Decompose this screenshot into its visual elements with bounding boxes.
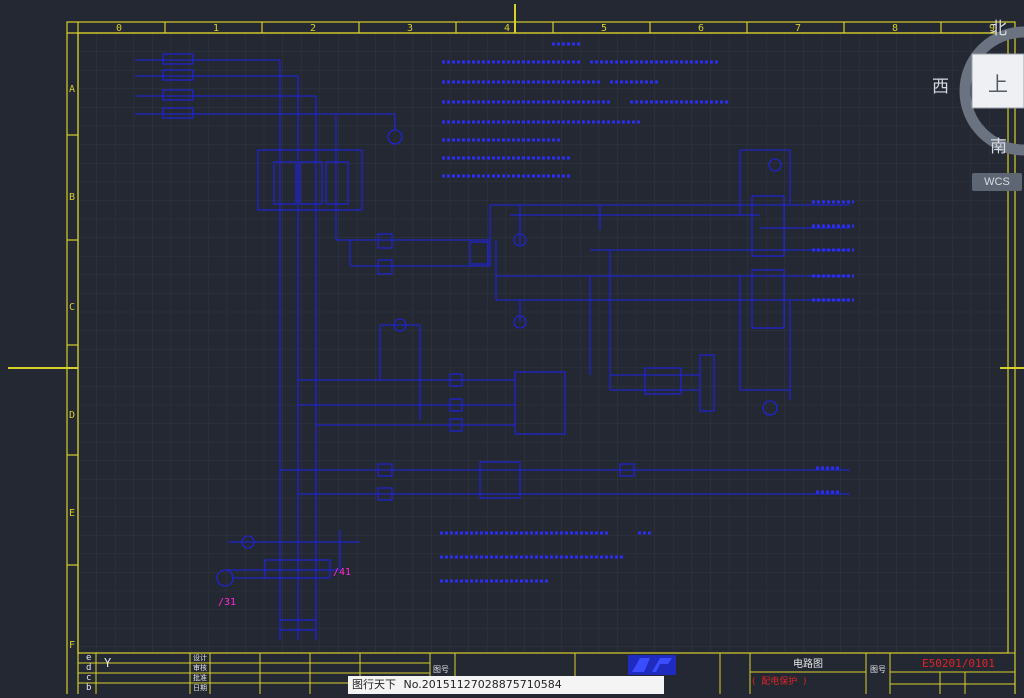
bottom-notes-block	[438, 525, 668, 590]
row-letter-C: C	[69, 302, 75, 313]
viewcube-top-face[interactable]: 上	[988, 68, 1008, 97]
column-number-labels: 0123456789	[116, 23, 995, 34]
mark-date: 日期	[193, 684, 207, 692]
company-logo	[628, 655, 676, 675]
row-letter-D: D	[69, 410, 75, 421]
wire-tags-right	[810, 196, 860, 506]
column-number-2: 2	[310, 23, 316, 34]
column-number-5: 5	[601, 23, 607, 34]
cad-drawing-canvas[interactable]: 0123456789 ABCDEF /31 /41 e d c b Y 设计 审…	[0, 0, 1024, 698]
ref-tag-31: /31	[218, 597, 237, 608]
compass-south[interactable]: 南	[990, 132, 1007, 157]
title-row-b: b	[86, 683, 92, 693]
row-letter-F: F	[69, 640, 75, 651]
stamp-label: 图号	[433, 665, 449, 674]
row-letter-A: A	[69, 84, 75, 95]
drawing-no-label: 图号	[870, 665, 886, 674]
column-number-1: 1	[213, 23, 219, 34]
watermark-id: No.20151127028875710584	[403, 678, 562, 691]
column-number-3: 3	[407, 23, 413, 34]
title-row-d: d	[86, 663, 92, 673]
wcs-menu-button[interactable]: WCS	[972, 173, 1022, 191]
compass-west[interactable]: 西	[932, 72, 949, 97]
sheet-title: 电路图	[793, 659, 823, 670]
column-number-7: 7	[795, 23, 801, 34]
row-letter-E: E	[69, 508, 75, 519]
column-number-8: 8	[892, 23, 898, 34]
bottom-notes-lines	[440, 531, 652, 583]
title-row-e: e	[86, 653, 92, 663]
ref-tag-41: /41	[333, 567, 352, 578]
drawing-number: E50201/0101	[922, 657, 995, 670]
sheet-subtitle: ( 配电保护 )	[752, 677, 807, 687]
row-letter-B: B	[69, 192, 75, 203]
notes-lines	[442, 42, 730, 178]
watermark-strip: 图行天下 No.20151127028875710584	[348, 676, 664, 694]
mark-review: 审核	[193, 664, 207, 672]
compass-north[interactable]: 北	[990, 14, 1007, 39]
mark-approve: 批准	[193, 674, 207, 682]
wire-tag-lines	[812, 200, 854, 494]
column-number-6: 6	[698, 23, 704, 34]
viewcube[interactable]: 北 西 南 上	[930, 10, 1024, 170]
column-number-0: 0	[116, 23, 122, 34]
y-axis-mark: Y	[104, 656, 112, 670]
mark-design: 设计	[193, 654, 207, 662]
title-row-c: c	[86, 673, 92, 683]
notes-block	[440, 40, 740, 190]
column-number-4: 4	[504, 23, 510, 34]
watermark-site: 图行天下	[352, 678, 396, 691]
